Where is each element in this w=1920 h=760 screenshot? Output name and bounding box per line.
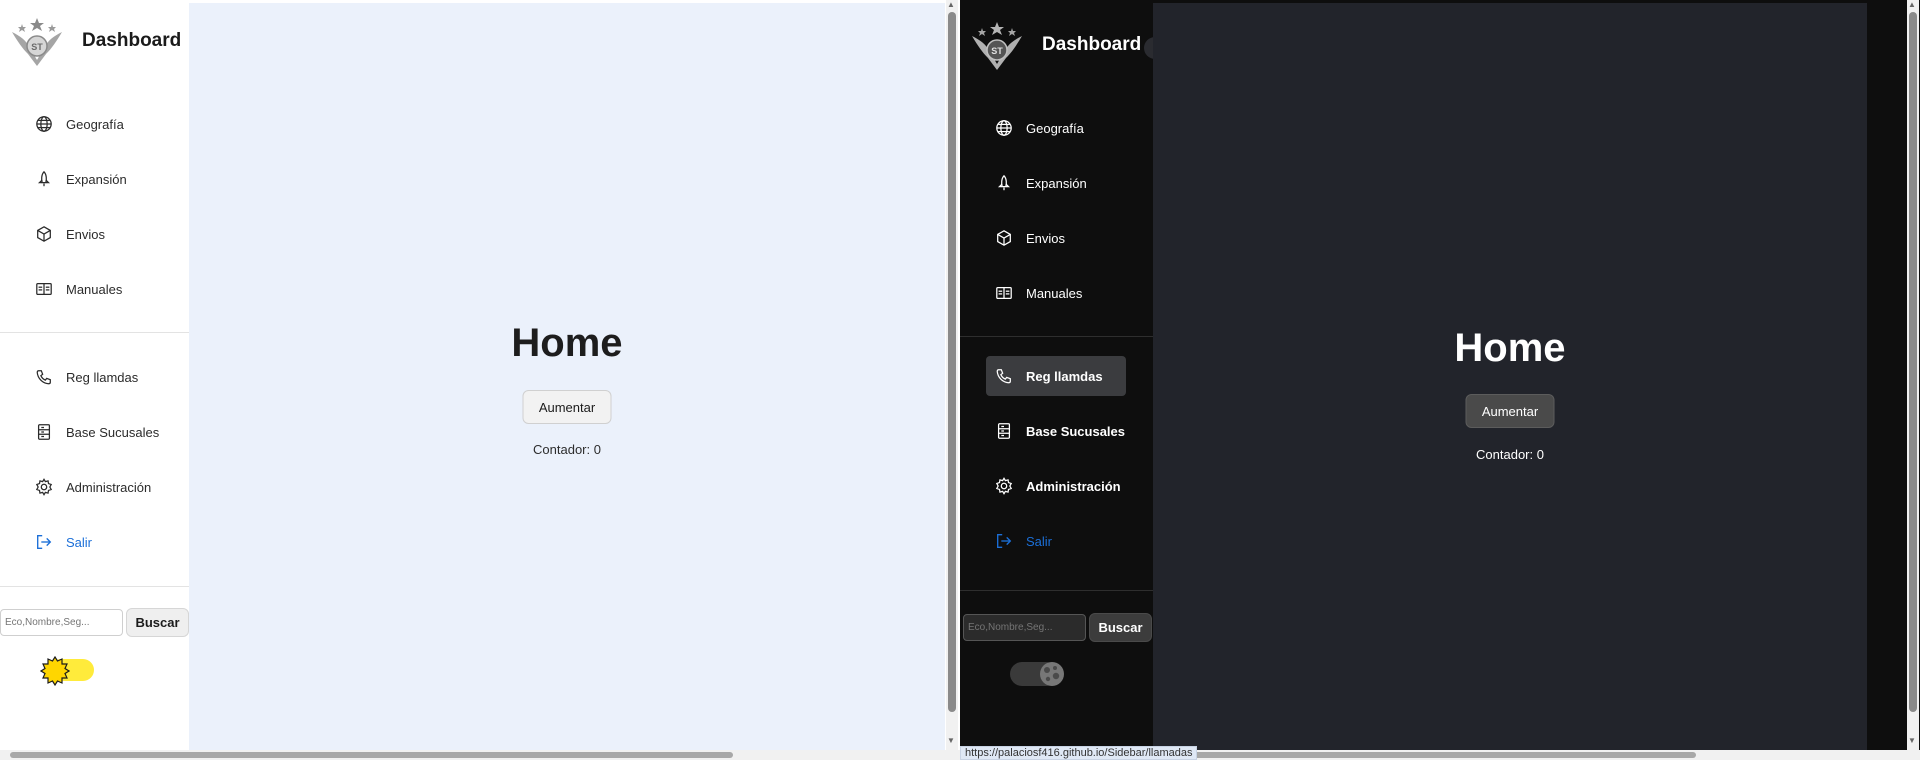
sidebar: ST Dashboard ‹ Geografía Expansión Envio… — [0, 0, 202, 750]
sidebar-item-envios[interactable]: Envios — [986, 218, 1126, 258]
globe-icon — [34, 114, 54, 134]
brand: ST Dashboard — [968, 18, 1141, 72]
sidebar-item-label: Administración — [1026, 478, 1121, 494]
gear-icon — [34, 477, 54, 497]
increment-button[interactable]: Aumentar — [1465, 394, 1555, 428]
book-icon — [994, 283, 1014, 303]
nav-secondary: Reg llamdas Base Sucusales Administració… — [986, 356, 1126, 576]
sun-icon — [40, 656, 70, 686]
phone-icon — [34, 367, 54, 387]
vertical-scrollbar[interactable]: ▲ ▼ — [1907, 0, 1919, 750]
globe-icon — [994, 118, 1014, 138]
counter-label: Contador: 0 — [533, 442, 601, 457]
sidebar-item-label: Manuales — [66, 281, 123, 297]
sidebar-divider — [960, 336, 1153, 337]
sidebar-item-salir[interactable]: Salir — [986, 521, 1126, 561]
sidebar-item-label: Salir — [1026, 533, 1053, 549]
search-bar: Buscar — [0, 608, 189, 637]
sidebar-item-label: Base Sucusales — [1026, 423, 1126, 439]
sidebar-item-label: Base Sucusales — [66, 424, 160, 440]
theme-toggle[interactable] — [1010, 660, 1066, 688]
sidebar-item-base-sucusales[interactable]: Base Sucusales — [986, 411, 1126, 451]
logo-icon: ST — [972, 22, 1022, 70]
brand-title: Dashboard — [1042, 34, 1142, 55]
brand: ST Dashboard — [8, 14, 181, 68]
box-icon — [994, 228, 1014, 248]
sidebar-divider — [0, 586, 189, 587]
logo-icon: ST — [12, 18, 62, 66]
sidebar-item-label: Salir — [66, 534, 93, 550]
nav-secondary: Reg llamdas Base Sucusales Administració… — [26, 357, 166, 577]
sidebar-item-label: Expansión — [1026, 175, 1087, 191]
rocket-icon — [34, 169, 54, 189]
search-input[interactable] — [963, 614, 1086, 641]
sidebar-divider — [0, 332, 189, 333]
sidebar-divider — [960, 590, 1153, 591]
logout-icon — [994, 531, 1014, 551]
sidebar-item-administracion[interactable]: Administración — [986, 466, 1126, 506]
sidebar-item-label: Envios — [1026, 230, 1066, 246]
sidebar-item-manuales[interactable]: Manuales — [26, 269, 166, 309]
theme-toggle[interactable] — [40, 656, 96, 686]
sidebar-item-envios[interactable]: Envios — [26, 214, 166, 254]
gear-icon — [994, 476, 1014, 496]
search-bar: Buscar — [963, 613, 1152, 642]
increment-button[interactable]: Aumentar — [522, 390, 612, 424]
sidebar-item-reg-llamadas[interactable]: Reg llamdas — [986, 356, 1126, 396]
sidebar-item-base-sucusales[interactable]: Base Sucusales — [26, 412, 166, 452]
sidebar-item-reg-llamadas[interactable]: Reg llamdas — [26, 357, 166, 397]
sidebar-item-salir[interactable]: Salir — [26, 522, 166, 562]
svg-text:ST: ST — [31, 42, 43, 52]
dark-theme-window: ST Dashboard ‹ Geografía Expansión Envio… — [960, 0, 1920, 760]
svg-text:ST: ST — [991, 46, 1003, 56]
rocket-icon — [994, 173, 1014, 193]
sidebar-item-label: Manuales — [1026, 285, 1083, 301]
brand-title: Dashboard — [82, 30, 182, 51]
page-title: Home — [1454, 326, 1566, 370]
sidebar-item-geografia[interactable]: Geografía — [986, 108, 1126, 148]
sidebar-item-label: Reg llamdas — [66, 369, 139, 385]
search-button[interactable]: Buscar — [126, 608, 189, 637]
scrollbar-thumb[interactable] — [1909, 12, 1917, 712]
counter-label: Contador: 0 — [1476, 447, 1544, 462]
nav-primary: Geografía Expansión Envios Manuales — [26, 104, 166, 324]
main-content: Home Aumentar Contador: 0 — [1153, 3, 1867, 750]
nav-primary: Geografía Expansión Envios Manuales — [986, 108, 1126, 328]
sidebar-item-label: Geografía — [1026, 120, 1084, 136]
page-title: Home — [511, 321, 623, 365]
book-icon — [34, 279, 54, 299]
moon-icon — [1040, 662, 1064, 686]
scrollbar-thumb[interactable] — [10, 752, 733, 758]
sidebar-item-manuales[interactable]: Manuales — [986, 273, 1126, 313]
main-content: Home Aumentar Contador: 0 — [189, 3, 945, 750]
sidebar-item-administracion[interactable]: Administración — [26, 467, 166, 507]
phone-icon — [994, 366, 1014, 386]
sidebar-item-expansion[interactable]: Expansión — [26, 159, 166, 199]
server-icon — [994, 421, 1014, 441]
scroll-down-icon[interactable]: ▼ — [947, 736, 955, 745]
sidebar: ST Dashboard ‹ Geografía Expansión Envio… — [960, 0, 1166, 750]
status-bar-url: https://palaciosf416.github.io/Sidebar/l… — [960, 746, 1198, 760]
vertical-scrollbar[interactable]: ▲ ▼ — [946, 0, 958, 750]
scroll-down-icon[interactable]: ▼ — [1908, 736, 1916, 745]
sidebar-item-label: Geografía — [66, 116, 124, 132]
sidebar-item-expansion[interactable]: Expansión — [986, 163, 1126, 203]
scroll-up-icon[interactable]: ▲ — [1908, 0, 1916, 9]
search-button[interactable]: Buscar — [1089, 613, 1152, 642]
light-theme-window: ST Dashboard ‹ Geografía Expansión Envio… — [0, 0, 960, 760]
sidebar-item-label: Expansión — [66, 171, 127, 187]
server-icon — [34, 422, 54, 442]
scroll-up-icon[interactable]: ▲ — [947, 0, 955, 9]
box-icon — [34, 224, 54, 244]
scrollbar-thumb[interactable] — [948, 12, 956, 712]
sidebar-item-geografia[interactable]: Geografía — [26, 104, 166, 144]
search-input[interactable] — [0, 609, 123, 636]
logout-icon — [34, 532, 54, 552]
horizontal-scrollbar[interactable] — [0, 750, 960, 760]
sidebar-item-label: Envios — [66, 226, 106, 242]
sidebar-item-label: Reg llamdas — [1026, 368, 1103, 384]
sidebar-item-label: Administración — [66, 479, 152, 495]
